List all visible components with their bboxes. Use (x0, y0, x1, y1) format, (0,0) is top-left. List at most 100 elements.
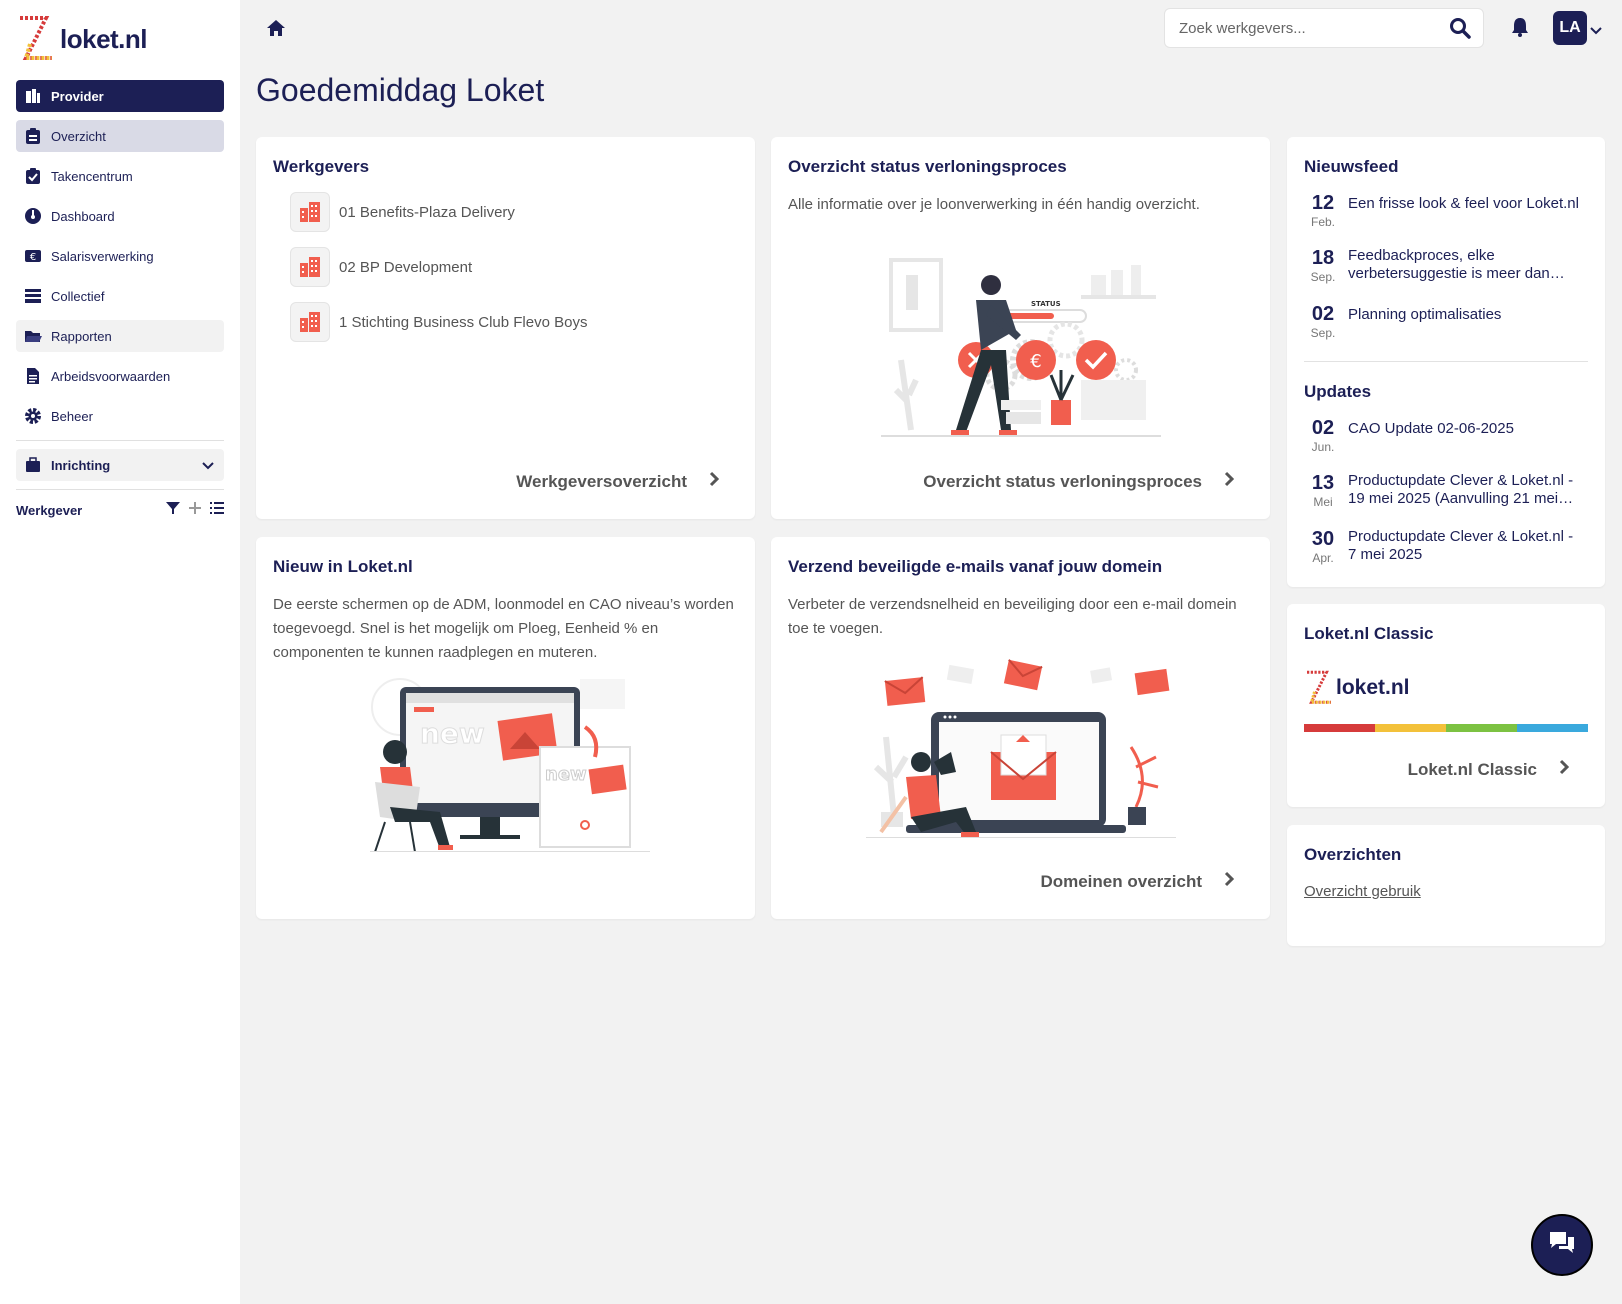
clipboard-check-icon (24, 167, 42, 185)
text-line: toegevoegd. Snel is het mogelijk om Ploe… (273, 620, 659, 637)
werkgeversoverzicht-link[interactable]: Werkgeversoverzicht (516, 471, 720, 492)
card-title: Loket.nl Classic (1304, 624, 1434, 643)
status-card: Overzicht status verloningsproces Alle i… (771, 137, 1270, 519)
euro-note-icon: € (24, 247, 42, 265)
nieuwsfeed-card: Nieuwsfeed 12 Feb. Een frisse look & fee… (1287, 137, 1605, 587)
stripe-red (1304, 724, 1375, 732)
sidebar-item-label: Beheer (51, 408, 93, 424)
werkgever-label: Werkgever (16, 502, 83, 518)
new-word: new (420, 717, 485, 750)
chevron-right-icon (1559, 759, 1570, 780)
sidebar-item-overzicht[interactable]: Overzicht (16, 120, 224, 152)
sidebar-item-label: Salarisverwerking (51, 248, 154, 264)
sidebar-item-takencentrum[interactable]: Takencentrum (16, 160, 224, 192)
buildings-icon (24, 87, 42, 105)
sidebar-item-label: Collectief (51, 288, 105, 304)
avatar[interactable]: LA (1553, 11, 1587, 45)
filter-icon[interactable] (166, 501, 180, 518)
chevron-right-icon (1224, 871, 1235, 892)
provider-button[interactable]: Provider (16, 80, 224, 112)
bell-icon[interactable] (1510, 16, 1530, 43)
sidebar-item-label: Overzicht (51, 128, 106, 144)
employer-item[interactable]: 01 Benefits-Plaza Delivery (290, 192, 515, 232)
sidebar-item-label: Rapporten (51, 328, 112, 344)
sidebar-item-label: Dashboard (51, 208, 115, 224)
werkgever-section: Werkgever (16, 498, 224, 522)
chevron-down-icon (202, 458, 214, 473)
sidebar-item-beheer[interactable]: Beheer (16, 400, 224, 432)
overzicht-gebruik-link[interactable]: Overzicht gebruik (1304, 883, 1421, 900)
sidebar-item-collectief[interactable]: Collectief (16, 280, 224, 312)
news-text: Feedbackproces, elke verbetersuggestie i… (1348, 247, 1565, 282)
chat-button[interactable] (1531, 1214, 1593, 1276)
card-text: Verbeter de verzendsnelheid en beveiligi… (788, 593, 1237, 641)
svg-text:€: € (1030, 351, 1041, 372)
news-text: Productupdate Clever & Loket.nl - 19 mei… (1348, 472, 1574, 507)
status-illustration: STATUS € (881, 258, 1161, 437)
loket-logo-icon (20, 16, 52, 60)
domeinen-overzicht-link[interactable]: Domeinen overzicht (1040, 871, 1235, 892)
new-word: new (545, 764, 587, 785)
werkgever-tools (166, 501, 224, 518)
news-item[interactable]: 12 Feb. Een frisse look & feel voor Loke… (1304, 192, 1580, 230)
gauge-icon (24, 207, 42, 225)
card-text: Alle informatie over je loonverwerking i… (788, 196, 1200, 213)
classic-link[interactable]: Loket.nl Classic (1408, 759, 1570, 780)
page-title: Goedemiddag Loket (256, 72, 545, 108)
news-item[interactable]: 18 Sep. Feedbackproces, elke verbetersug… (1304, 247, 1580, 285)
news-day: 12 (1311, 192, 1335, 214)
document-icon (24, 367, 42, 385)
news-date: 18 Sep. (1304, 247, 1342, 285)
employer-name: 02 BP Development (339, 258, 473, 276)
text-line: toe te voegen. (788, 620, 884, 637)
divider (16, 489, 224, 490)
news-day: 30 (1311, 528, 1335, 550)
news-month: Jun. (1311, 440, 1335, 454)
card-title: Nieuwsfeed (1304, 157, 1399, 176)
news-text: Productupdate Clever & Loket.nl - 7 mei … (1348, 528, 1574, 563)
card-title: Overzicht status verloningsproces (788, 157, 1067, 176)
loket-logo-icon (1307, 670, 1331, 704)
logo[interactable]: loket.nl (16, 14, 148, 64)
update-item[interactable]: 13 Mei Productupdate Clever & Loket.nl -… (1304, 472, 1580, 510)
card-title: Werkgevers (273, 157, 370, 176)
update-item[interactable]: 30 Apr. Productupdate Clever & Loket.nl … (1304, 528, 1580, 566)
employer-item[interactable]: 1 Stichting Business Club Flevo Boys (290, 302, 587, 342)
search-box (1164, 8, 1484, 48)
news-text: CAO Update 02-06-2025 (1348, 420, 1514, 437)
news-text: Planning optimalisaties (1348, 306, 1502, 323)
sidebar-item-dashboard[interactable]: Dashboard (16, 200, 224, 232)
update-item[interactable]: 02 Jun. CAO Update 02-06-2025 (1304, 417, 1580, 455)
sidebar-item-salarisverwerking[interactable]: € Salarisverwerking (16, 240, 224, 272)
sidebar-item-arbeidsvoorwaarden[interactable]: Arbeidsvoorwaarden (16, 360, 224, 392)
plus-icon[interactable] (188, 501, 202, 518)
news-date: 02 Sep. (1304, 303, 1342, 341)
email-illustration (866, 659, 1176, 838)
link-label: Werkgeversoverzicht (516, 471, 687, 491)
divider (16, 440, 224, 441)
sidebar-item-rapporten[interactable]: Rapporten (16, 320, 224, 352)
sidebar-nav: Provider Overzicht Takencentrum Dashboar… (16, 80, 224, 522)
logo-text: loket.nl (60, 23, 148, 54)
search-input[interactable] (1179, 19, 1439, 37)
status-label: STATUS (1031, 300, 1061, 308)
clipboard-icon (24, 127, 42, 145)
news-item[interactable]: 02 Sep. Planning optimalisaties (1304, 303, 1580, 341)
briefcase-icon (24, 456, 42, 474)
news-month: Feb. (1310, 215, 1335, 229)
news-day: 02 (1311, 303, 1335, 325)
status-overzicht-link[interactable]: Overzicht status verloningsproces (923, 471, 1235, 492)
stripe-yellow (1375, 724, 1446, 732)
employer-name: 01 Benefits-Plaza Delivery (339, 203, 515, 221)
chevron-down-icon[interactable] (1590, 22, 1602, 40)
search-icon[interactable] (1449, 17, 1471, 44)
home-icon[interactable] (266, 18, 286, 43)
color-stripe (1304, 724, 1588, 732)
news-month: Sep. (1310, 326, 1336, 340)
chevron-right-icon (709, 471, 720, 492)
list-icon[interactable] (210, 501, 224, 518)
news-date: 02 Jun. (1304, 417, 1342, 455)
employer-item[interactable]: 02 BP Development (290, 247, 472, 287)
stripe-green (1446, 724, 1517, 732)
inrichting-dropdown[interactable]: Inrichting (16, 449, 224, 481)
